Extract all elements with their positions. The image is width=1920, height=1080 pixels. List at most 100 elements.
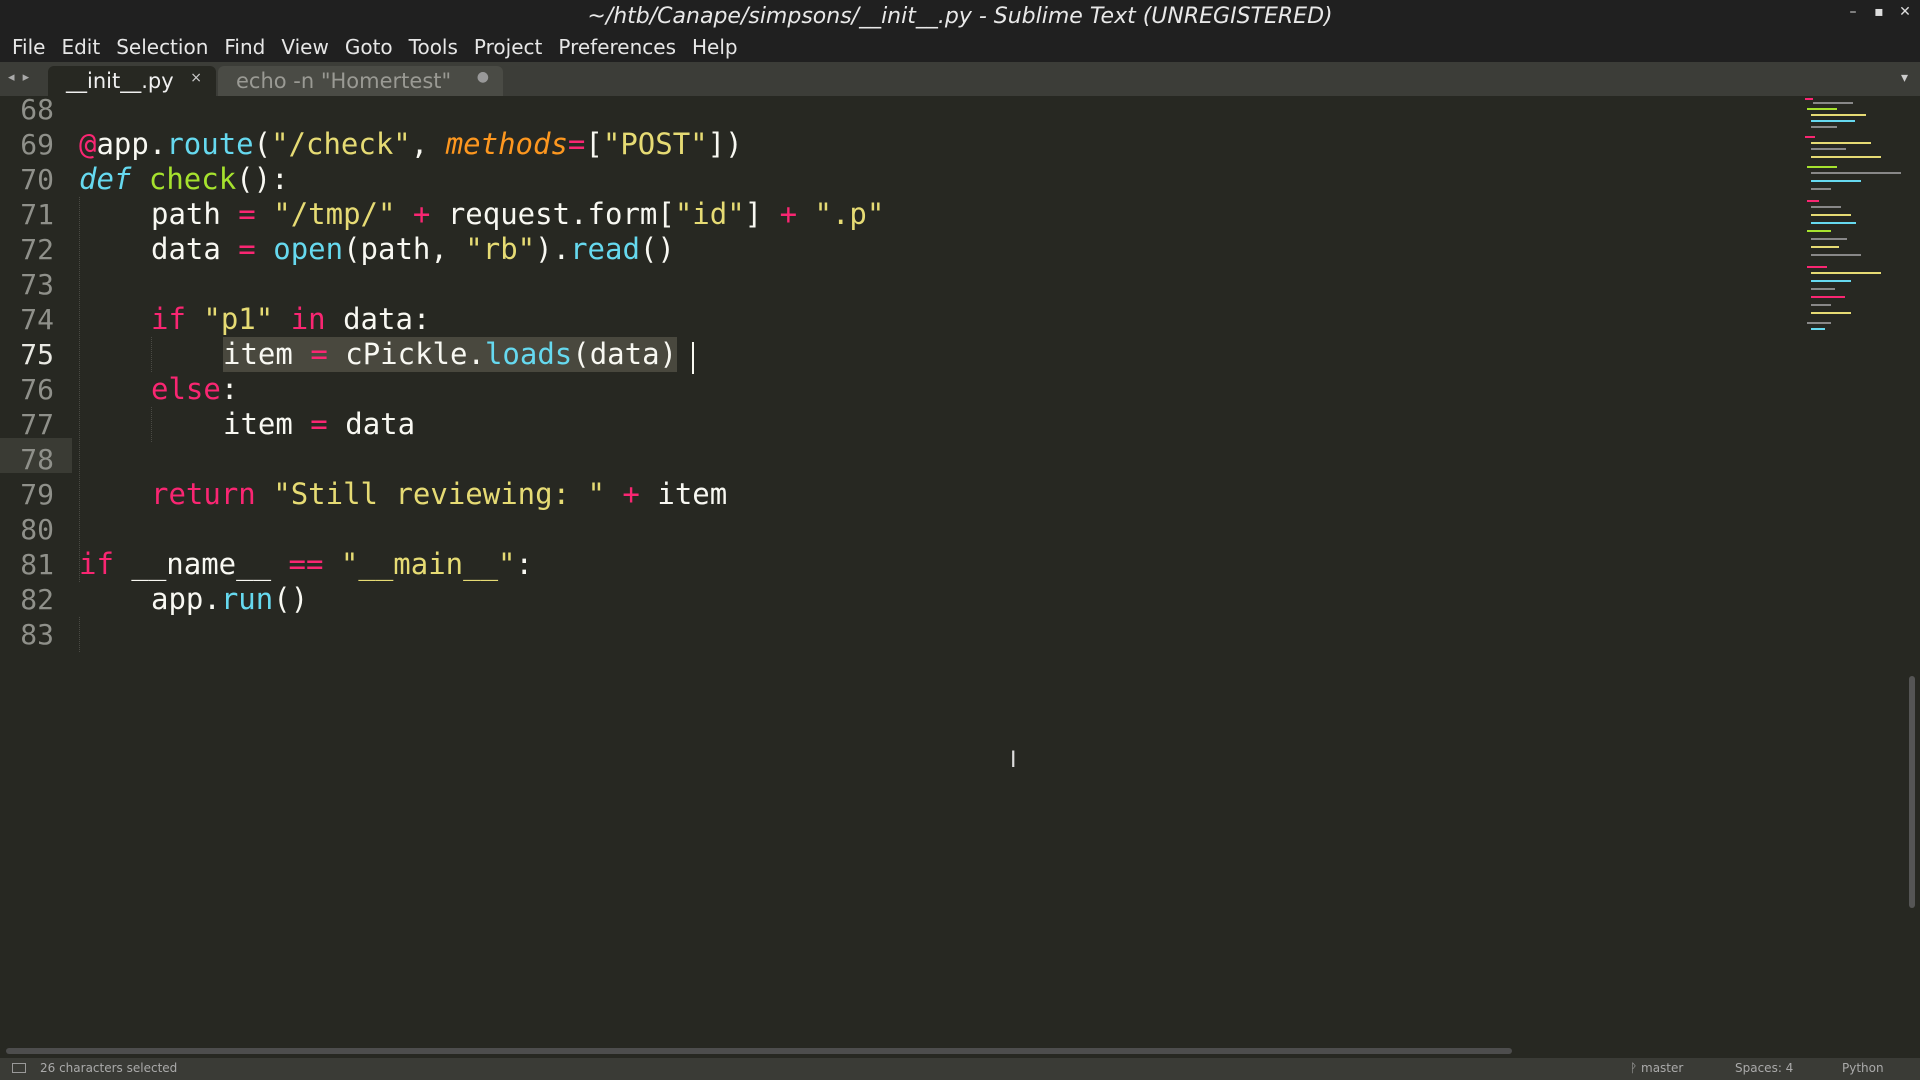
- code-token: methods: [445, 127, 568, 161]
- syntax-status[interactable]: Python: [1842, 1061, 1884, 1075]
- menu-project[interactable]: Project: [466, 35, 550, 59]
- minimap-line: [1813, 102, 1853, 104]
- line-number: 68: [20, 96, 54, 126]
- menu-preferences[interactable]: Preferences: [550, 35, 684, 59]
- code-token: "__main__": [340, 547, 516, 581]
- code-token: "id": [674, 197, 745, 231]
- code-token: "POST": [602, 127, 708, 161]
- indent-guide: [151, 407, 152, 442]
- minimap-line: [1811, 312, 1851, 314]
- line-number: 79: [20, 478, 54, 511]
- tab-label: __init__.py: [66, 69, 174, 93]
- window-title: ~/htb/Canape/simpsons/__init__.py - Subl…: [587, 3, 1333, 29]
- code-token: data:: [325, 302, 431, 336]
- line-number: 72: [20, 233, 54, 266]
- code-token: (: [253, 127, 272, 161]
- minimap-line: [1811, 188, 1831, 190]
- code-token: ]: [744, 197, 780, 231]
- code-token: in: [290, 302, 326, 336]
- minimap-line: [1811, 222, 1856, 224]
- tab-bar: ◂ ▸ __init__.py × echo -n "Homertest" ● …: [0, 62, 1920, 96]
- indent-guide: [79, 197, 80, 582]
- tab-close-icon[interactable]: ×: [190, 70, 202, 86]
- git-branch-status[interactable]: ᚹ master: [1630, 1061, 1683, 1075]
- menu-find[interactable]: Find: [216, 35, 273, 59]
- menu-selection[interactable]: Selection: [108, 35, 216, 59]
- window-titlebar: ~/htb/Canape/simpsons/__init__.py - Subl…: [0, 0, 1920, 32]
- menu-edit[interactable]: Edit: [53, 35, 108, 59]
- menu-goto[interactable]: Goto: [337, 35, 401, 59]
- code-token: ).: [535, 232, 571, 266]
- line-number: 82: [20, 583, 54, 616]
- code-token: +: [779, 197, 815, 231]
- unsaved-dot-icon[interactable]: ●: [477, 69, 489, 85]
- code-line-69: @app.route("/check", methods=["POST"]): [79, 127, 743, 162]
- code-token: (path,: [343, 232, 466, 266]
- panel-toggle-icon[interactable]: [12, 1063, 26, 1073]
- minimap-line: [1807, 322, 1831, 324]
- tab-list-dropdown-icon[interactable]: ▾: [1901, 70, 1908, 86]
- code-token: item: [223, 337, 293, 371]
- code-editor[interactable]: 68 69 70 71 72 73 74 75 76 77 78 79 80 8…: [0, 96, 1805, 1044]
- tab-echo-homertest[interactable]: echo -n "Homertest" ●: [218, 66, 503, 96]
- tab-nav-arrows-icon[interactable]: ◂ ▸: [8, 70, 31, 85]
- code-token: (): [273, 582, 309, 616]
- tab-label: echo -n "Homertest": [236, 69, 452, 93]
- code-token: item: [657, 477, 728, 511]
- menu-tools[interactable]: Tools: [401, 35, 466, 59]
- code-token: "rb": [465, 232, 536, 266]
- code-token: ".p": [814, 197, 885, 231]
- minimap-line: [1807, 200, 1819, 202]
- menu-help[interactable]: Help: [684, 35, 746, 59]
- code-token: __name__: [113, 547, 289, 581]
- horizontal-scrollbar[interactable]: [6, 1048, 1512, 1054]
- code-token: "Still reviewing: ": [273, 477, 605, 511]
- code-token: return: [151, 477, 256, 511]
- menu-view[interactable]: View: [273, 35, 336, 59]
- code-token: data: [151, 232, 221, 266]
- code-line-71: path = "/tmp/" + request.form["id"] + ".…: [151, 197, 884, 232]
- code-token: =: [292, 407, 346, 441]
- minimap[interactable]: [1805, 96, 1905, 1044]
- minimap-line: [1811, 288, 1835, 290]
- indent-guide: [79, 617, 80, 652]
- code-token: (): [639, 232, 675, 266]
- minimap-line: [1811, 126, 1837, 128]
- minimap-line: [1807, 266, 1827, 268]
- code-line-75-selected: item = cPickle.loads(data): [223, 337, 678, 372]
- line-number: 69: [20, 128, 54, 161]
- code-line-82: app.run(): [151, 582, 308, 617]
- code-token: loads: [484, 337, 573, 371]
- indentation-status[interactable]: Spaces: 4: [1735, 1061, 1793, 1075]
- line-number: 81: [20, 548, 54, 581]
- minimap-line: [1811, 246, 1839, 248]
- vertical-scrollbar[interactable]: [1909, 676, 1915, 908]
- code-token: :: [515, 547, 533, 581]
- selection-status: 26 characters selected: [40, 1061, 178, 1075]
- maximize-button[interactable]: ▪: [1872, 4, 1886, 20]
- code-token: item: [223, 407, 293, 441]
- tab-init-py[interactable]: __init__.py ×: [48, 66, 216, 96]
- minimap-line: [1811, 238, 1847, 240]
- minimap-line: [1811, 142, 1871, 144]
- code-token: (data): [572, 337, 678, 371]
- code-token: +: [395, 197, 448, 231]
- close-window-button[interactable]: ✕: [1898, 4, 1912, 20]
- code-token: :: [220, 372, 239, 406]
- code-token: check: [148, 162, 237, 196]
- code-token: route: [166, 127, 254, 161]
- code-token: "p1": [203, 302, 274, 336]
- text-cursor-icon: I: [1010, 748, 1017, 773]
- minimize-button[interactable]: –: [1846, 4, 1860, 20]
- line-number: 77: [20, 408, 54, 441]
- minimap-line: [1807, 230, 1831, 232]
- code-token: ]): [707, 127, 743, 161]
- code-token: open: [273, 232, 344, 266]
- menu-file[interactable]: File: [4, 35, 53, 59]
